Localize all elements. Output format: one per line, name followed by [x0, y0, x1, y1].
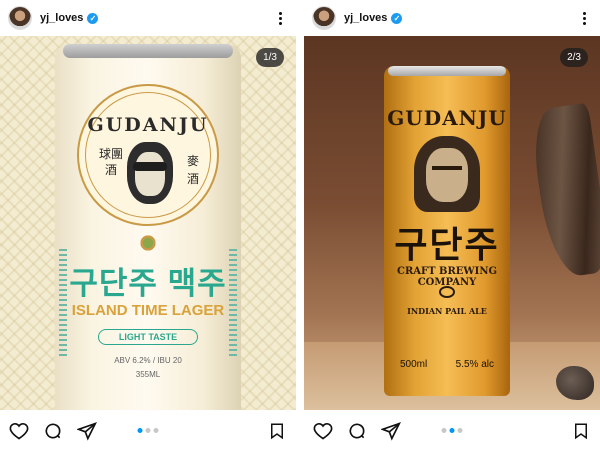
- username[interactable]: yj_loves: [40, 12, 83, 24]
- face-illustration: [414, 136, 480, 212]
- beer-style: INDIAN PAIL ALE: [407, 306, 487, 316]
- carousel-dot: [441, 428, 447, 433]
- comment-icon[interactable]: [42, 420, 64, 442]
- tagline: ISLAND TIME LAGER: [71, 302, 225, 319]
- bookmark-icon[interactable]: [266, 420, 288, 442]
- hop-icon: [139, 234, 157, 252]
- action-bar: [0, 410, 296, 451]
- beer-can: GUDANJU 구단주 CRAFT BREWING COMPANY INDIAN…: [384, 66, 510, 396]
- rock-decoration: [556, 366, 594, 400]
- avatar[interactable]: [8, 6, 32, 30]
- bookmark-icon[interactable]: [570, 420, 592, 442]
- post-media[interactable]: GUDANJU 球團酒 麥酒 구단주 맥주 ISLAND TIME LAGER …: [0, 36, 296, 410]
- bark-decoration: [528, 102, 600, 280]
- post-header: yj_loves ✓: [0, 0, 296, 36]
- taste-pill: LIGHT TASTE: [98, 329, 198, 345]
- carousel-dot: [457, 428, 463, 433]
- verified-icon: ✓: [87, 12, 99, 24]
- carousel-dots: [137, 428, 159, 433]
- share-icon[interactable]: [76, 420, 98, 442]
- alcohol-text: 5.5% alc: [455, 359, 494, 370]
- face-illustration: [127, 142, 173, 204]
- carousel-dot: [145, 428, 151, 433]
- abv-text: ABV 6.2% / IBU 20: [114, 356, 182, 365]
- carousel-dot: [153, 428, 159, 433]
- korean-title: 구단주 맥주: [69, 266, 227, 301]
- heart-icon[interactable]: [312, 420, 334, 442]
- brand-name: GUDANJU: [387, 106, 507, 130]
- volume-text: 355ML: [135, 370, 161, 379]
- hop-icon: [439, 286, 455, 298]
- share-icon[interactable]: [380, 420, 402, 442]
- carousel-dot: [137, 428, 143, 433]
- username[interactable]: yj_loves: [344, 12, 387, 24]
- verified-icon: ✓: [391, 12, 403, 24]
- post-1: yj_loves ✓ GUDANJU 球團酒 麥酒 구단주 맥주 ISLAND …: [0, 0, 296, 451]
- comment-icon[interactable]: [346, 420, 368, 442]
- subtitle: CRAFT BREWING COMPANY: [396, 266, 498, 288]
- beer-can: GUDANJU 球團酒 麥酒 구단주 맥주 ISLAND TIME LAGER …: [55, 44, 241, 410]
- action-bar: [304, 410, 600, 451]
- hanja-left: 球團酒: [98, 147, 123, 177]
- heart-icon[interactable]: [8, 420, 30, 442]
- carousel-counter: 2/3: [560, 48, 588, 67]
- carousel-counter: 1/3: [256, 48, 284, 67]
- volume-text: 500ml: [400, 359, 428, 370]
- brand-name: GUDANJU: [87, 114, 209, 136]
- post-2: yj_loves ✓ GUDANJU 구단주 CRAFT BREWING COM…: [304, 0, 600, 451]
- page: yj_loves ✓ GUDANJU 球團酒 麥酒 구단주 맥주 ISLAND …: [0, 0, 600, 451]
- carousel-dots: [441, 428, 463, 433]
- hanja-right: 麥酒: [186, 154, 199, 186]
- brand-badge: GUDANJU 球團酒 麥酒: [77, 84, 219, 226]
- korean-title: 구단주: [394, 224, 500, 265]
- more-icon[interactable]: [576, 11, 592, 25]
- post-media[interactable]: GUDANJU 구단주 CRAFT BREWING COMPANY INDIAN…: [304, 36, 600, 410]
- post-header: yj_loves ✓: [304, 0, 600, 36]
- avatar[interactable]: [312, 6, 336, 30]
- carousel-dot: [449, 428, 455, 433]
- more-icon[interactable]: [272, 11, 288, 25]
